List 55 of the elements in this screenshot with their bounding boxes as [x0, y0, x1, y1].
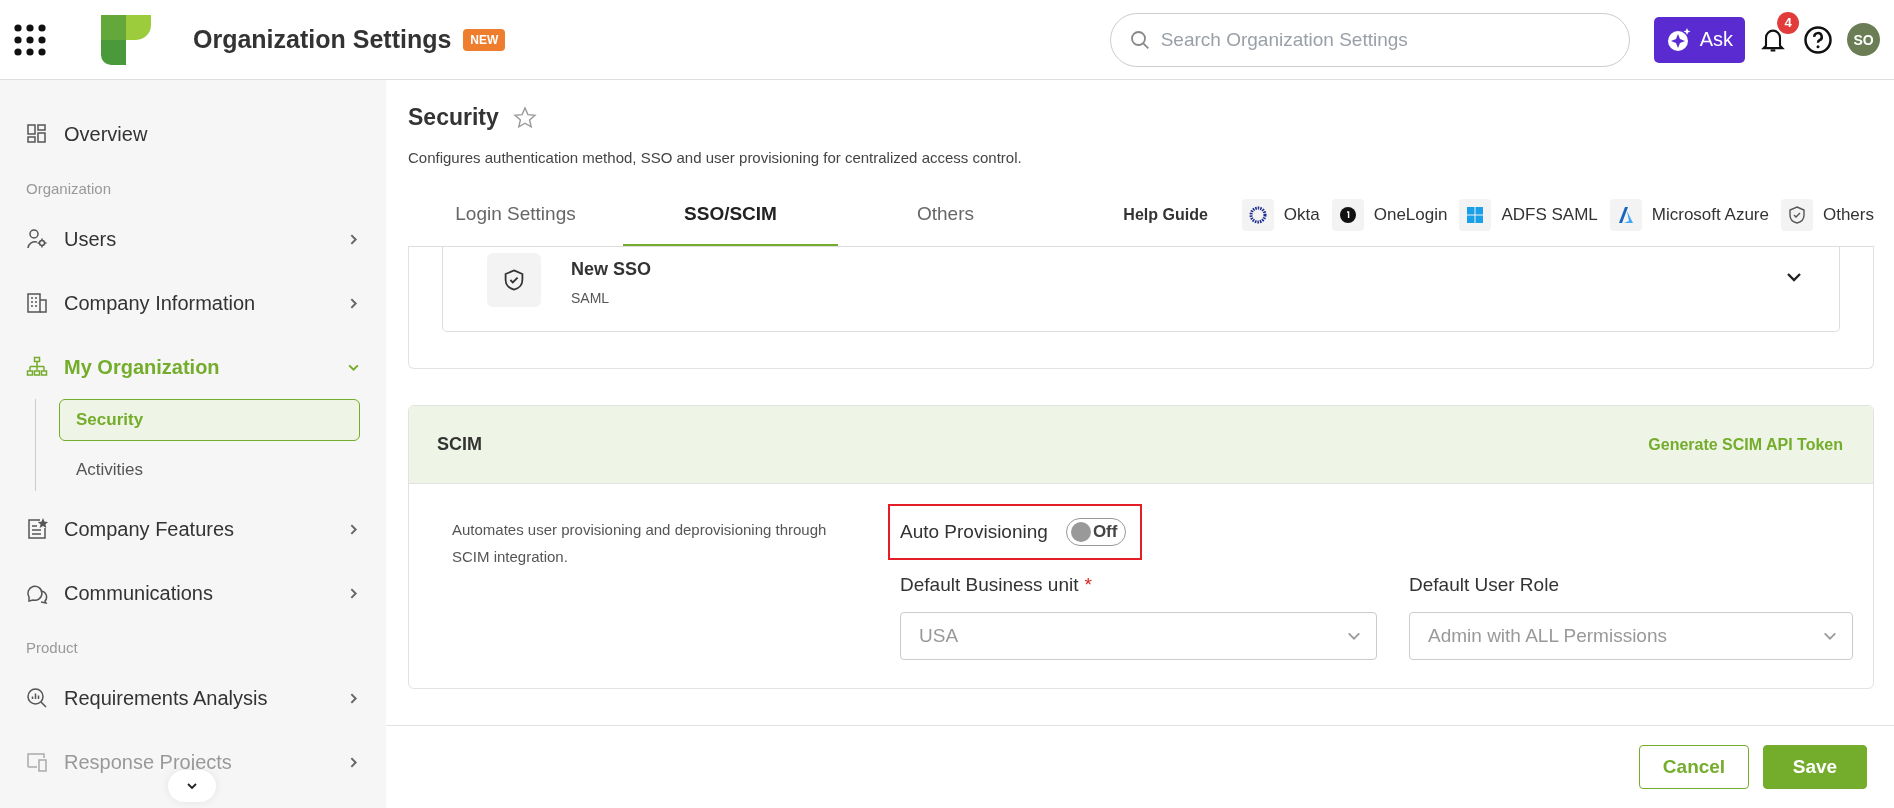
- sidebar-item[interactable]: Overview: [26, 102, 360, 166]
- user-avatar[interactable]: SO: [1847, 23, 1880, 56]
- help-guide-link[interactable]: Okta: [1241, 199, 1320, 231]
- new-badge: NEW: [463, 28, 506, 51]
- sidebar-item[interactable]: Company Information: [26, 271, 360, 335]
- field-label: Default Business unit: [900, 574, 1079, 596]
- windows-grid-icon: [1465, 205, 1486, 225]
- ask-button[interactable]: Ask: [1653, 16, 1745, 63]
- star-icon[interactable]: [512, 105, 537, 130]
- help-guide-link[interactable]: ADFS SAML: [1459, 199, 1598, 231]
- sunburst-icon: [1247, 205, 1268, 225]
- tab[interactable]: Login Settings: [408, 184, 623, 246]
- list-star-icon: [26, 518, 48, 540]
- help-guide-link[interactable]: OneLogin: [1331, 199, 1448, 231]
- logo-icon: [101, 14, 151, 65]
- page-title: Security: [408, 104, 499, 131]
- search-field[interactable]: Search Organization Settings: [1109, 12, 1630, 67]
- sidebar-subitem[interactable]: Activities: [59, 449, 360, 491]
- shield-check-icon: [1786, 205, 1807, 225]
- sidebar-item[interactable]: Requirements Analysis: [26, 666, 360, 730]
- tab[interactable]: SSO/SCIM: [623, 184, 838, 246]
- sso-name: New SSO: [571, 258, 652, 280]
- building-icon: [26, 292, 48, 314]
- sidebar-section-label: Organization: [26, 180, 113, 197]
- help-guide-link[interactable]: Others: [1780, 199, 1874, 231]
- sidebar-item[interactable]: Communications: [26, 561, 360, 625]
- sso-card[interactable]: New SSO SAML: [442, 247, 1840, 332]
- scim-description: Automates user provisioning and deprovisioning through SCIM integration.: [452, 520, 828, 567]
- sidebar-item[interactable]: Users: [26, 207, 360, 271]
- circle-one-icon: [1337, 205, 1358, 225]
- search-icon: [1129, 29, 1150, 50]
- sso-type: SAML: [571, 289, 611, 306]
- sidebar-item[interactable]: Company Features: [26, 497, 360, 561]
- auto-provisioning-label: Auto Provisioning: [900, 521, 1048, 543]
- app-title: Organization Settings: [193, 25, 452, 54]
- page-description: Configures authentication method, SSO and user provisioning for centralized access control.: [408, 149, 1023, 166]
- help-guide-link[interactable]: Microsoft Azure: [1609, 199, 1769, 231]
- user-gear-icon: [26, 228, 48, 250]
- app-grid-icon[interactable]: [14, 23, 46, 56]
- notification-count: 4: [1777, 11, 1799, 34]
- sparkle-icon: [1665, 26, 1692, 53]
- hierarchy-icon: [26, 356, 48, 378]
- required-asterisk: *: [1084, 574, 1092, 596]
- help-icon[interactable]: [1803, 24, 1833, 55]
- grid-icon: [26, 123, 48, 145]
- chevron-down-icon: [186, 780, 198, 792]
- help-guide-label: Help Guide: [1123, 206, 1208, 224]
- field-label: Default User Role: [1409, 574, 1559, 596]
- scim-title: SCIM: [437, 434, 482, 455]
- magnifier-chart-icon: [26, 687, 48, 709]
- shield-check-icon: [487, 253, 541, 307]
- sidebar-section-label: Product: [26, 639, 79, 656]
- auto-provisioning-toggle[interactable]: Off: [1065, 518, 1127, 546]
- tab[interactable]: Others: [838, 184, 1053, 246]
- devices-icon: [26, 751, 48, 773]
